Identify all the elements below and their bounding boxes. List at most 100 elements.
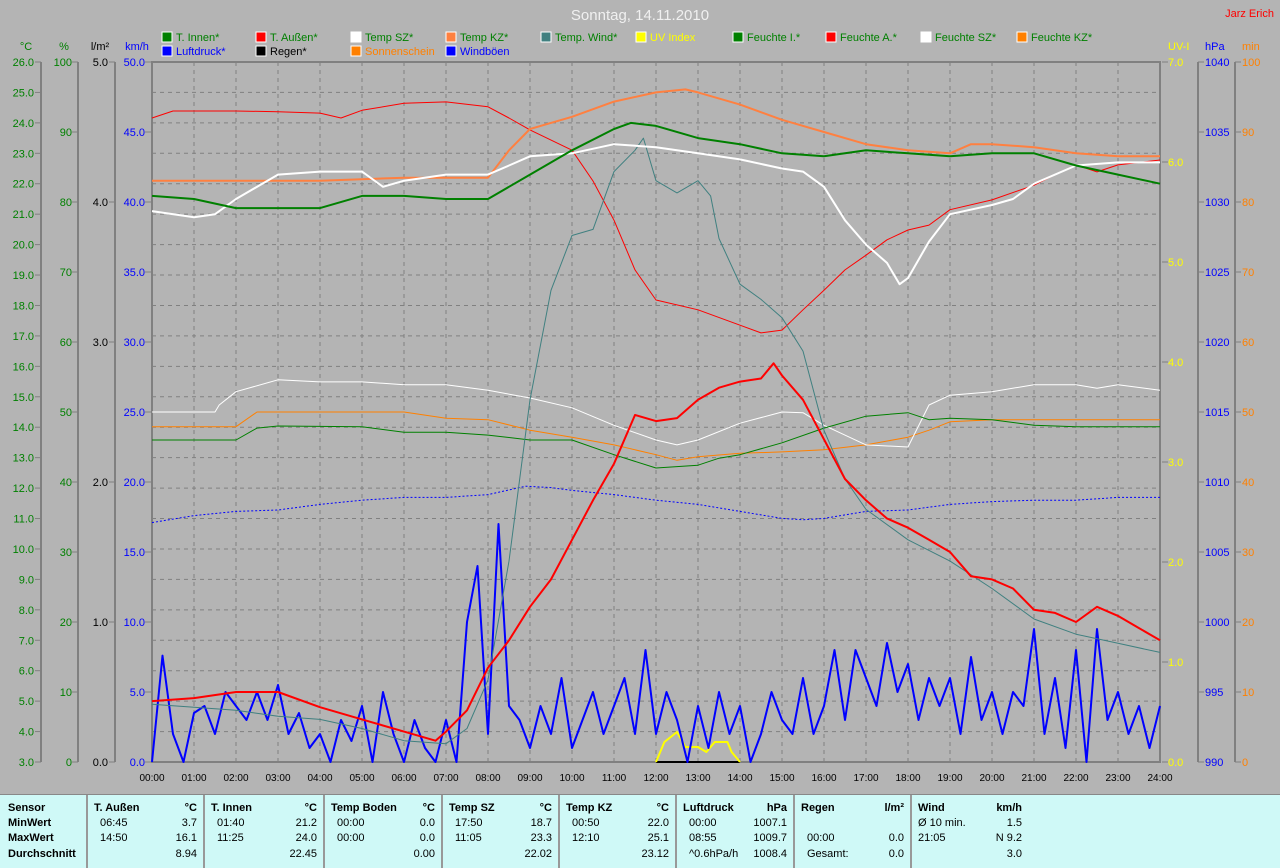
axis-tick-label-press: 1020: [1205, 337, 1229, 349]
series-feuchte-sz: [152, 379, 1161, 448]
legend-swatch: [1016, 31, 1028, 43]
cell-time: 00:00: [337, 832, 365, 844]
group-name: Luftdruck: [683, 802, 734, 814]
group-name: Wind: [918, 802, 945, 814]
legend-label: Temp SZ*: [365, 32, 414, 44]
legend-label: Feuchte A.*: [840, 32, 898, 44]
axis-unit-wind: km/h: [125, 41, 149, 53]
axis-tick-label-press: 990: [1205, 757, 1223, 769]
axis-tick-label-hum: 60: [60, 337, 72, 349]
x-tick-label: 02:00: [223, 773, 248, 784]
axis-tick-label-sun: 10: [1242, 687, 1254, 699]
x-tick-label: 00:00: [139, 773, 164, 784]
series-feuchte-kz: [152, 411, 1160, 461]
row-label-max: MaxWert: [8, 832, 54, 844]
table-group: T. Außen °C 06:45 3.7 14:50 16.1 8.94: [88, 795, 205, 868]
axis-tick-label-press: 1015: [1205, 407, 1229, 419]
group-unit: l/m²: [884, 802, 904, 814]
axis-tick-label-temp: 15.0: [13, 392, 34, 404]
cell-value: 24.0: [295, 832, 317, 844]
cell-time: 11:05: [455, 832, 482, 844]
axis-tick-label-press: 1005: [1205, 547, 1229, 559]
x-tick-label: 15:00: [769, 773, 794, 784]
axis-tick-label-temp: 18.0: [13, 300, 34, 312]
axis-tick-label-press: 1000: [1205, 617, 1229, 629]
axis-tick-label-hum: 90: [60, 127, 72, 139]
legend-swatch: [161, 45, 173, 57]
group-unit: °C: [184, 802, 197, 814]
axis-tick-label-rain: 3.0: [93, 337, 108, 349]
axis-tick-label-rain: 2.0: [93, 477, 108, 489]
cell-value: 16.1: [175, 832, 197, 844]
legend-label: Feuchte SZ*: [935, 32, 997, 44]
cell-value: 1.5: [1006, 817, 1022, 829]
axis-tick-label-temp: 26.0: [13, 57, 34, 69]
cell-time: 11:25: [217, 832, 244, 844]
axis-tick-label-sun: 50: [1242, 407, 1254, 419]
axis-tick-label-rain: 4.0: [93, 197, 108, 209]
legend-label: T. Außen*: [270, 32, 318, 44]
legend-label: Regen*: [270, 46, 307, 58]
axis-unit-hum: %: [59, 41, 69, 53]
group-name: Temp Boden: [331, 802, 397, 814]
x-tick-label: 09:00: [517, 773, 542, 784]
x-tick-label: 06:00: [391, 773, 416, 784]
axis-tick-label-hum: 70: [60, 267, 72, 279]
legend-swatch: [445, 45, 457, 57]
legend-label: UV Index: [650, 32, 696, 44]
statistics-table: Sensor MinWert MaxWert Durchschnitt T. A…: [0, 794, 1280, 868]
legend-swatch: [445, 31, 457, 43]
cell-time: Gesamt:: [807, 848, 849, 860]
axis-tick-label-temp: 23.0: [13, 148, 34, 160]
axis-tick-label-wind: 15.0: [124, 547, 145, 559]
axis-tick-label-wind: 40.0: [124, 197, 145, 209]
table-group: Regen l/m² 00:00 0.0 Gesamt: 0.0: [795, 795, 912, 868]
cell-time: Ø 10 min.: [918, 817, 966, 829]
axis-tick-label-temp: 3.0: [19, 757, 34, 769]
cell-value: 3.0: [1006, 848, 1022, 860]
axis-tick-label-temp: 16.0: [13, 361, 34, 373]
axis-tick-label-press: 1030: [1205, 197, 1229, 209]
x-tick-label: 10:00: [559, 773, 584, 784]
cell-time: 01:40: [217, 817, 245, 829]
group-unit: °C: [304, 802, 317, 814]
axis-tick-label-temp: 14.0: [13, 422, 34, 434]
axis-tick-label-press: 1040: [1205, 57, 1229, 69]
cell-time: 00:00: [689, 817, 717, 829]
axis-tick-label-rain: 5.0: [93, 57, 108, 69]
axis-tick-label-temp: 21.0: [13, 209, 34, 221]
legend-swatch: [540, 31, 552, 43]
axis-tick-label-sun: 100: [1242, 57, 1260, 69]
cell-value: 22.0: [647, 817, 669, 829]
axis-tick-label-temp: 11.0: [13, 514, 34, 526]
axis-tick-label-temp: 8.0: [19, 605, 34, 617]
axis-tick-label-temp: 24.0: [13, 118, 34, 130]
axis-tick-label-wind: 45.0: [124, 127, 145, 139]
cell-time: 06:45: [100, 817, 128, 829]
axis-tick-label-press: 995: [1205, 687, 1223, 699]
axis-unit-sun: min: [1242, 41, 1260, 53]
cell-value: 1007.1: [753, 817, 787, 829]
cell-time: 17:50: [455, 817, 483, 829]
row-label-sensor: Sensor: [8, 802, 46, 814]
row-label-avg: Durchschnitt: [8, 848, 76, 860]
axis-tick-label-uv: 6.0: [1168, 157, 1183, 169]
cell-time: 00:00: [337, 817, 365, 829]
legend-swatch: [350, 31, 362, 43]
axis-tick-label-wind: 30.0: [124, 337, 145, 349]
x-tick-label: 22:00: [1063, 773, 1088, 784]
x-tick-label: 05:00: [349, 773, 374, 784]
x-axis: 00:00 01:00 02:00 03:00 04:00 05:00 06:00 07:00…: [139, 773, 1172, 784]
cell-value: 22.02: [524, 848, 552, 860]
x-tick-label: 19:00: [937, 773, 962, 784]
axis-tick-label-hum: 0: [66, 757, 72, 769]
axis-tick-label-sun: 30: [1242, 547, 1254, 559]
axis-tick-label-press: 1025: [1205, 267, 1229, 279]
axis-tick-label-hum: 40: [60, 477, 72, 489]
cell-time: 12:10: [572, 832, 600, 844]
table-group: Temp SZ °C 17:50 18.7 11:05 23.3 22.02: [443, 795, 560, 868]
axis-tick-label-hum: 100: [54, 57, 72, 69]
x-tick-label: 08:00: [475, 773, 500, 784]
axis-tick-label-rain: 0.0: [93, 757, 108, 769]
legend-label: Temp. Wind*: [555, 32, 618, 44]
